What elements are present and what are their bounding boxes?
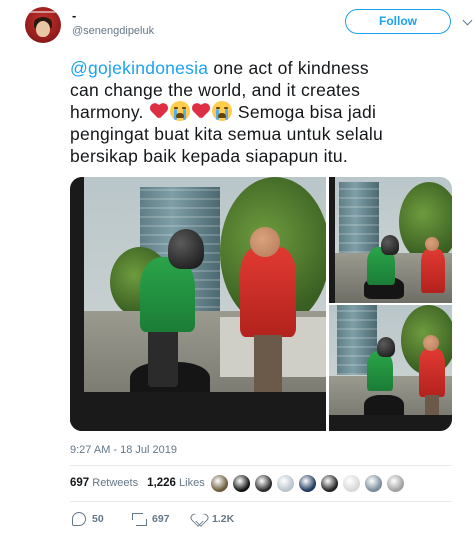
liker-avatar[interactable] — [342, 474, 361, 493]
reply-count: 50 — [92, 513, 104, 525]
photo-main[interactable] — [70, 177, 326, 431]
liker-avatar[interactable] — [232, 474, 251, 493]
divider — [70, 465, 452, 466]
loudly-crying-face-icon — [211, 101, 232, 121]
photo-bottom-right[interactable] — [329, 305, 452, 431]
chevron-down-icon[interactable] — [462, 15, 473, 26]
media-grid — [70, 177, 452, 431]
follow-button[interactable]: Follow — [345, 9, 451, 34]
tweet-actions: 50 697 1.2K — [70, 508, 370, 530]
tweet-text: @gojekindonesia one act of kindness can … — [70, 57, 470, 167]
likes-label: Likes — [179, 477, 205, 489]
mention-link[interactable]: @gojekindonesia — [70, 58, 208, 78]
tweet-line-2: can change the world, and it creates — [70, 80, 361, 100]
profile-avatar[interactable] — [25, 7, 61, 43]
engagement-stats: 697 Retweets 1,226 Likes — [70, 473, 205, 493]
avatar-face — [36, 21, 50, 37]
liker-avatar[interactable] — [276, 474, 295, 493]
tweet-line-1: one act of kindness — [208, 58, 369, 78]
retweet-count: 697 — [152, 513, 170, 525]
liker-avatar[interactable] — [298, 474, 317, 493]
tweet-line-5: bersikap baik kepada siapapun itu. — [70, 146, 348, 166]
likes-stat[interactable]: 1,226 Likes — [147, 477, 205, 489]
tweet: - @senengdipeluk Follow @gojekindonesia … — [0, 0, 476, 537]
retweets-count: 697 — [70, 477, 90, 489]
red-heart-icon — [192, 102, 210, 120]
retweets-label: Retweets — [92, 477, 139, 489]
liker-avatar[interactable] — [364, 474, 383, 493]
liker-avatar[interactable] — [254, 474, 273, 493]
tweet-line-3-rest: Semoga bisa jadi — [232, 102, 377, 122]
reply-icon — [72, 512, 86, 526]
retweet-icon — [132, 512, 147, 526]
liker-avatar[interactable] — [320, 474, 339, 493]
like-icon — [192, 512, 206, 526]
likes-count: 1,226 — [147, 477, 176, 489]
divider — [70, 501, 452, 502]
red-heart-icon — [150, 102, 168, 120]
tweet-line-3: harmony. — [70, 102, 144, 122]
retweets-stat[interactable]: 697 Retweets — [70, 477, 138, 489]
photo-top-right[interactable] — [329, 177, 452, 303]
liker-avatar[interactable] — [210, 474, 229, 493]
user-handle[interactable]: @senengdipeluk — [72, 24, 154, 38]
loudly-crying-face-icon — [169, 101, 190, 121]
tweet-line-4: pengingat buat kita semua untuk selalu — [70, 124, 384, 144]
display-name[interactable]: - — [72, 9, 76, 23]
tweet-timestamp[interactable]: 9:27 AM - 18 Jul 2019 — [70, 444, 177, 456]
liker-avatar[interactable] — [386, 474, 405, 493]
like-count: 1.2K — [212, 513, 235, 525]
